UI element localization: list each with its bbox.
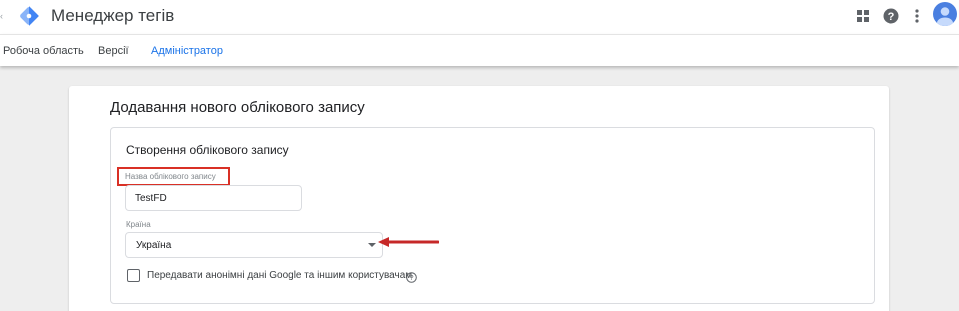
tab-versions[interactable]: Версії [98,44,129,58]
page-title: Додавання нового облікового запису [110,99,365,116]
svg-text:?: ? [888,11,895,23]
help-icon[interactable]: ? [880,5,902,27]
account-name-input[interactable] [125,185,302,211]
app-title: Менеджер тегів [51,6,175,25]
section-title: Створення облікового запису [126,143,289,157]
account-name-label: Назва облікового запису [125,172,216,181]
account-avatar-icon[interactable] [933,2,957,26]
annotation-arrow-icon [378,237,439,247]
tab-workspace[interactable]: Робоча область [3,44,84,58]
country-label: Країна [126,220,151,229]
tag-manager-logo-icon[interactable] [17,4,41,28]
share-data-label[interactable]: Передавати анонімні дані Google та іншим… [147,269,412,282]
share-data-checkbox[interactable] [127,269,140,282]
more-vert-icon[interactable] [906,5,928,27]
tab-bar [0,34,959,66]
tab-admin[interactable]: Адміністратор [151,44,223,58]
svg-text:?: ? [409,273,413,282]
country-selected-value: Україна [136,240,172,251]
country-select[interactable]: Україна [125,232,383,258]
apps-grid-icon[interactable] [852,5,874,27]
dropdown-arrow-icon[interactable] [368,243,376,247]
help-circle-icon[interactable]: ? [406,270,417,283]
back-chevron-icon[interactable]: ‹ [0,11,4,21]
